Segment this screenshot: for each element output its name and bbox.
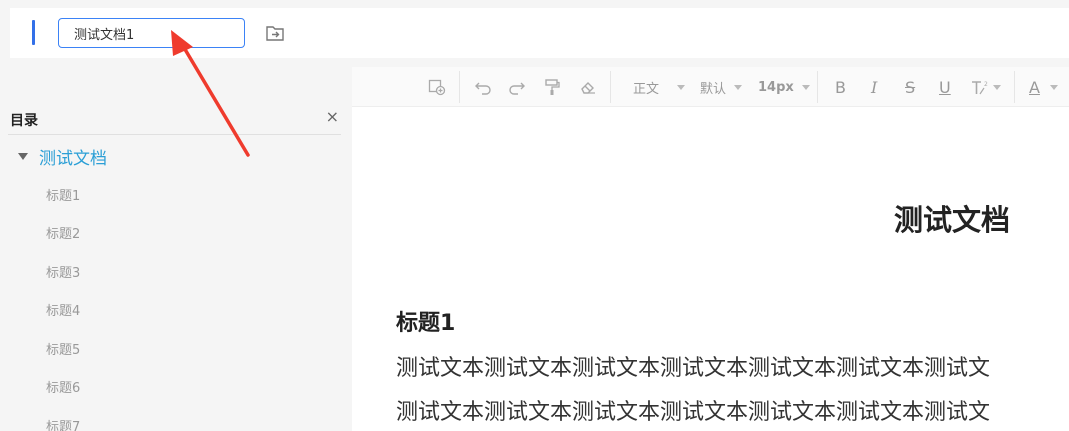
svg-text:2: 2 (984, 81, 988, 88)
toolbar-separator (459, 71, 460, 103)
toolbar-separator (1014, 71, 1015, 103)
bold-button[interactable]: B (835, 67, 846, 107)
caret-down-icon[interactable] (18, 152, 28, 160)
font-color-label: A (1029, 77, 1040, 97)
accent-bar (32, 20, 35, 45)
font-color-button[interactable]: A (1029, 67, 1058, 107)
chevron-down-icon (993, 84, 1001, 90)
toc-root-label: 测试文档 (39, 148, 107, 169)
redo-icon[interactable] (508, 67, 526, 107)
size-label: 14px (758, 79, 794, 95)
close-icon[interactable]: × (326, 107, 339, 126)
toolbar-separator (610, 71, 611, 103)
eraser-icon[interactable] (580, 67, 596, 107)
chevron-down-icon (677, 84, 686, 90)
toc-item[interactable]: 标题1 (46, 185, 80, 204)
header-bar (10, 8, 1069, 58)
chevron-down-icon (734, 84, 743, 90)
superscript-icon[interactable]: 2 (970, 67, 1001, 107)
italic-button[interactable]: I (871, 67, 877, 107)
toc-title: 目录 (10, 113, 38, 129)
export-icon[interactable] (265, 24, 285, 42)
underline-button[interactable]: U (939, 67, 951, 107)
toc-item[interactable]: 标题2 (46, 223, 80, 242)
strikethrough-button[interactable]: S (905, 67, 915, 107)
toc-root-item[interactable]: 测试文档 (18, 145, 107, 169)
document-page[interactable]: 测试文档 标题1 测试文本测试文本测试文本测试文本测试文本测试文本测试文 测试文… (352, 107, 1069, 431)
undo-icon[interactable] (474, 67, 492, 107)
toc-item[interactable]: 标题4 (46, 300, 80, 319)
toc-header: 目录 × (8, 107, 341, 135)
toc-item[interactable]: 标题6 (46, 377, 80, 396)
heading-1: 标题1 (396, 311, 456, 336)
chevron-down-icon (1049, 84, 1058, 90)
font-select[interactable]: 默认 (700, 67, 743, 107)
paragraph-line: 测试文本测试文本测试文本测试文本测试文本测试文本测试文 (396, 400, 991, 425)
paragraph-select[interactable]: 正文 (633, 67, 686, 107)
toc-item[interactable]: 标题5 (46, 339, 80, 358)
toc-item[interactable]: 标题7 (46, 416, 80, 431)
toc-item[interactable]: 标题3 (46, 262, 80, 281)
paragraph-label: 正文 (633, 81, 660, 97)
chevron-down-icon (801, 84, 810, 90)
doc-name-input[interactable] (58, 18, 245, 48)
font-label: 默认 (700, 81, 727, 97)
paragraph-line: 测试文本测试文本测试文本测试文本测试文本测试文本测试文 (396, 356, 991, 381)
editor-toolbar: 正文 默认 14px B I S U 2 A (352, 67, 1069, 107)
insert-icon[interactable] (428, 67, 446, 107)
document-title: 测试文档 (894, 203, 1011, 237)
toolbar-separator (817, 71, 818, 103)
size-select[interactable]: 14px (758, 67, 810, 107)
app-root: 目录 × 测试文档 标题1 标题2 标题3 标题4 标题5 标题6 标题7 (0, 0, 1069, 431)
format-painter-icon[interactable] (544, 67, 560, 107)
toc-sidebar: 目录 × 测试文档 标题1 标题2 标题3 标题4 标题5 标题6 标题7 (0, 67, 352, 431)
